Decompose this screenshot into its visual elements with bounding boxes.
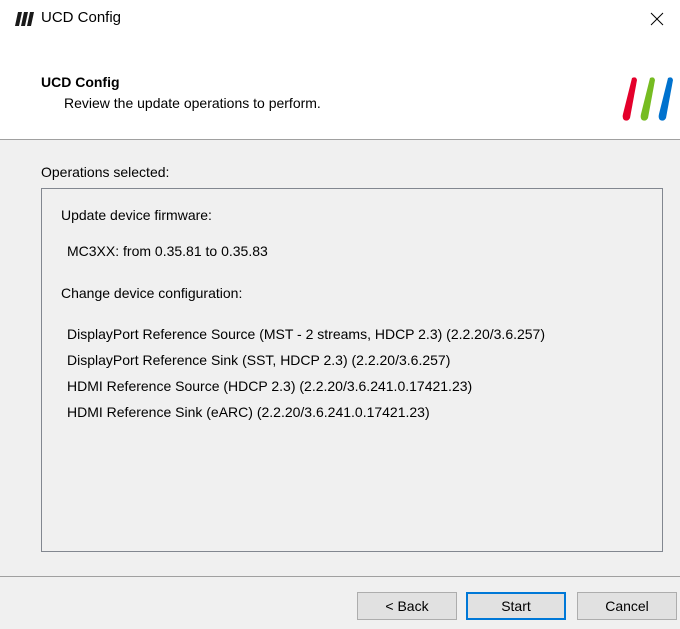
window-title: UCD Config (41, 9, 122, 26)
title-bar: UCD Config (0, 0, 680, 38)
close-icon (650, 12, 664, 26)
wizard-header: UCD Config Review the update operations … (0, 38, 680, 140)
config-item: DisplayPort Reference Sink (SST, HDCP 2.… (67, 352, 451, 368)
config-item: HDMI Reference Sink (eARC) (2.2.20/3.6.2… (67, 404, 430, 420)
back-button[interactable]: < Back (357, 592, 457, 620)
page-subtitle: Review the update operations to perform. (64, 95, 321, 111)
close-button[interactable] (634, 0, 680, 38)
operations-list: Update device firmware: MC3XX: from 0.35… (41, 188, 663, 552)
config-heading: Change device configuration: (61, 285, 243, 301)
wizard-body: Operations selected: Update device firmw… (0, 141, 680, 577)
cancel-button[interactable]: Cancel (577, 592, 677, 620)
start-button[interactable]: Start (466, 592, 566, 620)
config-item: DisplayPort Reference Source (MST - 2 st… (67, 326, 546, 342)
config-item: HDMI Reference Source (HDCP 2.3) (2.2.20… (67, 378, 473, 394)
wizard-footer: < Back Start Cancel (0, 578, 680, 629)
operations-label: Operations selected: (41, 164, 170, 180)
firmware-heading: Update device firmware: (61, 207, 212, 223)
app-logo-icon (15, 12, 34, 26)
firmware-item: MC3XX: from 0.35.81 to 0.35.83 (67, 243, 268, 259)
brand-logo-icon (622, 77, 673, 121)
page-title: UCD Config (41, 74, 120, 90)
